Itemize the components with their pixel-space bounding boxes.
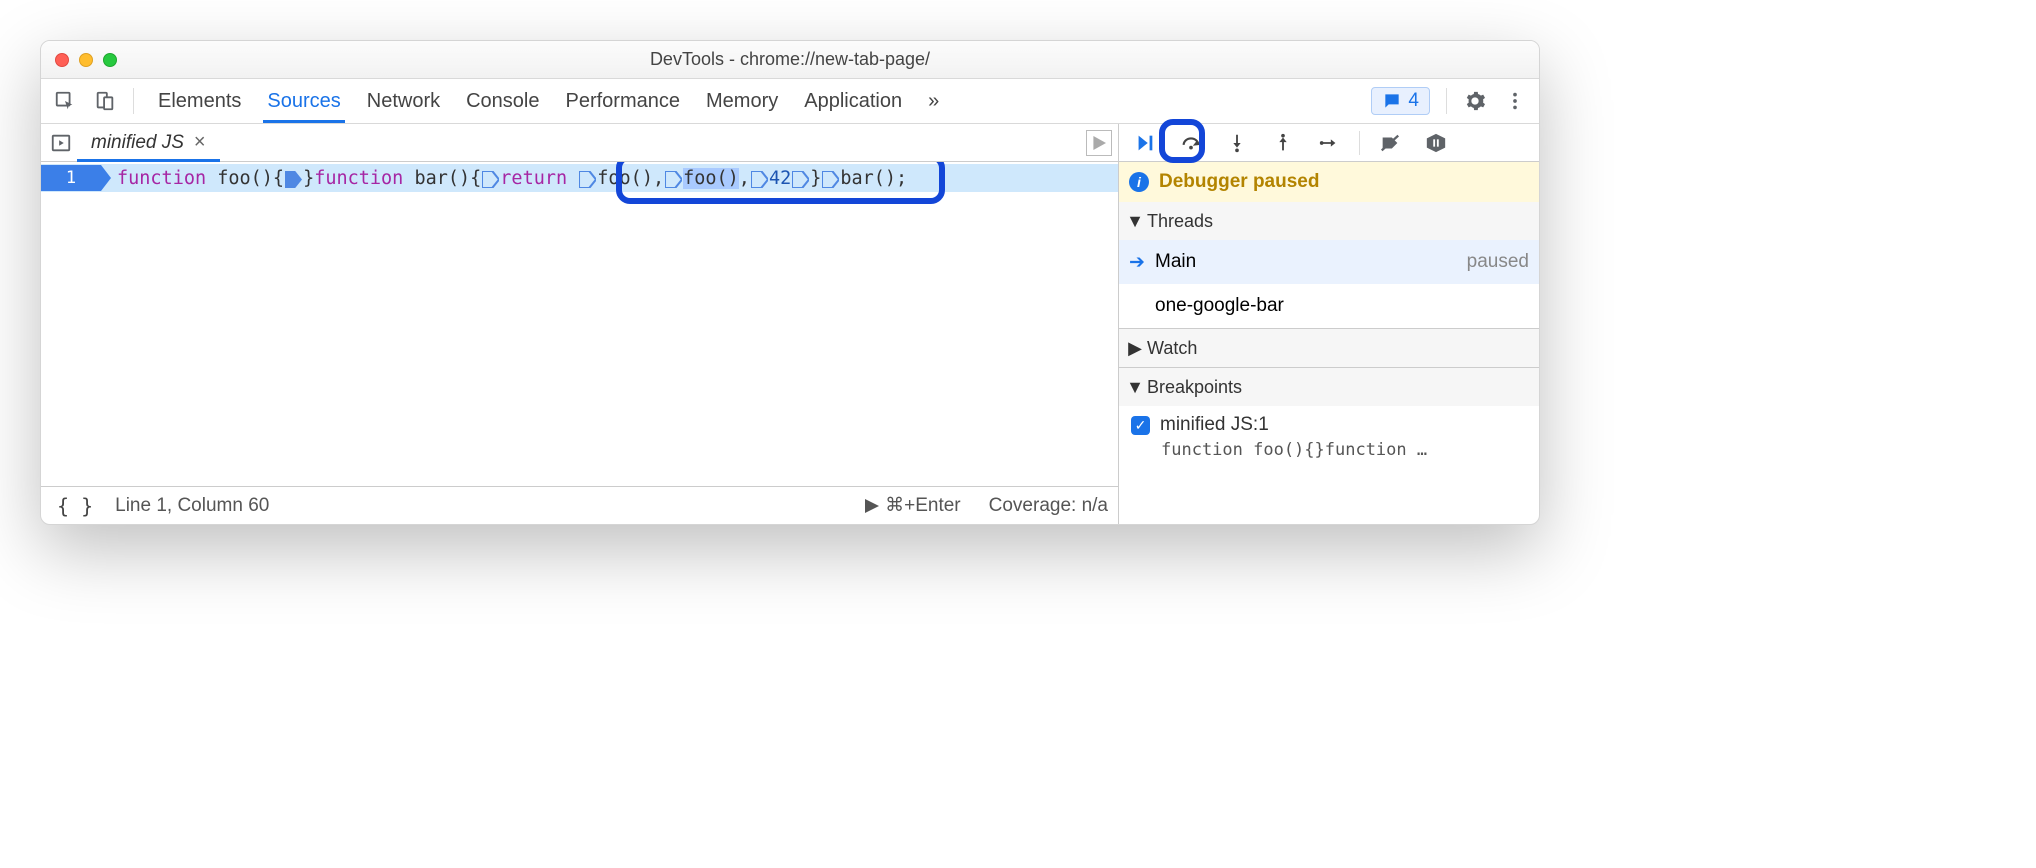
panel-body: minified JS × 1 function foo(){}function… [41, 124, 1539, 524]
thread-other[interactable]: one-google-bar [1119, 284, 1539, 328]
tab-network[interactable]: Network [367, 79, 440, 123]
sidebar-icon [50, 132, 72, 154]
settings-button[interactable] [1457, 83, 1493, 119]
step-into-button[interactable] [1221, 127, 1253, 159]
feedback-icon [1382, 91, 1402, 111]
step-marker-icon[interactable] [665, 171, 682, 188]
pretty-print-button[interactable]: { } [51, 492, 99, 520]
feedback-badge[interactable]: 4 [1371, 87, 1430, 115]
step-out-icon [1272, 132, 1294, 154]
pause-exceptions-button[interactable] [1420, 127, 1452, 159]
step-out-button[interactable] [1267, 127, 1299, 159]
gear-icon [1464, 90, 1486, 112]
window-title: DevTools - chrome://new-tab-page/ [41, 49, 1539, 70]
tab-performance[interactable]: Performance [566, 79, 681, 123]
tab-overflow[interactable]: » [928, 79, 939, 123]
breakpoints-section: ▼ Breakpoints ✓ minified JS:1 function f… [1119, 368, 1539, 468]
cursor-position: Line 1, Column 60 [115, 495, 269, 517]
step-marker-icon[interactable] [751, 171, 768, 188]
caret-down-icon: ▼ [1127, 377, 1143, 398]
more-menu-button[interactable] [1497, 83, 1533, 119]
info-icon: i [1129, 172, 1149, 192]
play-icon [1092, 136, 1106, 150]
step-marker-icon[interactable] [482, 171, 499, 188]
tab-sources[interactable]: Sources [267, 79, 340, 123]
breakpoint-label: minified JS:1 [1160, 414, 1269, 436]
breakpoint-code-preview: function foo(){}function … [1161, 440, 1527, 460]
editor-pane: minified JS × 1 function foo(){}function… [41, 124, 1119, 524]
code-editor[interactable]: 1 function foo(){}function bar(){return … [41, 162, 1118, 486]
run-snippet-button[interactable] [1086, 130, 1112, 156]
editor-tab-file[interactable]: minified JS × [77, 124, 220, 161]
breakpoint-item[interactable]: ✓ minified JS:1 function foo(){}function… [1119, 406, 1539, 468]
debugger-paused-banner: i Debugger paused [1119, 162, 1539, 202]
window-titlebar: DevTools - chrome://new-tab-page/ [41, 41, 1539, 79]
step-marker-icon[interactable] [285, 171, 302, 188]
pause-icon [1425, 132, 1447, 154]
inspect-element-button[interactable] [47, 83, 83, 119]
editor-tabs: minified JS × [41, 124, 1118, 162]
breakpoint-checkbox[interactable]: ✓ [1131, 416, 1150, 435]
threads-section: ▼ Threads ➔ Main paused one-google-bar [1119, 202, 1539, 329]
watch-section: ▶ Watch [1119, 329, 1539, 368]
tab-memory[interactable]: Memory [706, 79, 778, 123]
main-toolbar: Elements Sources Network Console Perform… [41, 79, 1539, 124]
threads-header[interactable]: ▼ Threads [1119, 202, 1539, 240]
device-toggle-button[interactable] [87, 83, 123, 119]
step-button[interactable] [1313, 127, 1345, 159]
tab-console[interactable]: Console [466, 79, 539, 123]
tab-application[interactable]: Application [804, 79, 902, 123]
divider [133, 88, 134, 114]
debugger-sidebar: i Debugger paused ▼ Threads ➔ Main pause… [1119, 124, 1539, 524]
devtools-window: DevTools - chrome://new-tab-page/ Elemen… [40, 40, 1540, 525]
debugger-toolbar [1119, 124, 1539, 162]
kebab-icon [1504, 90, 1526, 112]
close-tab-button[interactable]: × [194, 131, 206, 154]
feedback-count: 4 [1408, 90, 1419, 112]
caret-down-icon: ▼ [1127, 211, 1143, 232]
current-thread-icon: ➔ [1129, 251, 1145, 274]
deactivate-breakpoints-button[interactable] [1374, 127, 1406, 159]
divider [1446, 88, 1447, 114]
thread-main[interactable]: ➔ Main paused [1119, 240, 1539, 284]
navigator-toggle-button[interactable] [45, 127, 77, 159]
step-marker-icon[interactable] [822, 171, 839, 188]
coverage-status: Coverage: n/a [989, 495, 1108, 517]
run-shortcut-hint: ⌘+Enter [865, 494, 961, 517]
editor-tab-label: minified JS [91, 132, 184, 154]
breakpoints-header[interactable]: ▼ Breakpoints [1119, 368, 1539, 406]
breakpoints-off-icon [1379, 132, 1401, 154]
paused-text: Debugger paused [1159, 171, 1319, 193]
editor-statusbar: { } Line 1, Column 60 ⌘+Enter Coverage: … [41, 486, 1118, 524]
resume-icon [1134, 132, 1156, 154]
step-icon [1318, 132, 1340, 154]
line-number-1[interactable]: 1 [41, 165, 101, 191]
resume-button[interactable] [1129, 127, 1161, 159]
watch-header[interactable]: ▶ Watch [1119, 329, 1539, 367]
caret-right-icon: ▶ [1127, 338, 1143, 359]
step-marker-icon[interactable] [579, 171, 596, 188]
step-over-icon [1180, 132, 1202, 154]
tab-elements[interactable]: Elements [158, 79, 241, 123]
code-line: function foo(){}function bar(){return fo… [117, 164, 907, 192]
panel-tabs: Elements Sources Network Console Perform… [158, 79, 939, 123]
step-into-icon [1226, 132, 1248, 154]
step-marker-icon[interactable] [792, 171, 809, 188]
step-over-button[interactable] [1175, 127, 1207, 159]
divider [1359, 131, 1360, 155]
play-icon [865, 499, 879, 513]
